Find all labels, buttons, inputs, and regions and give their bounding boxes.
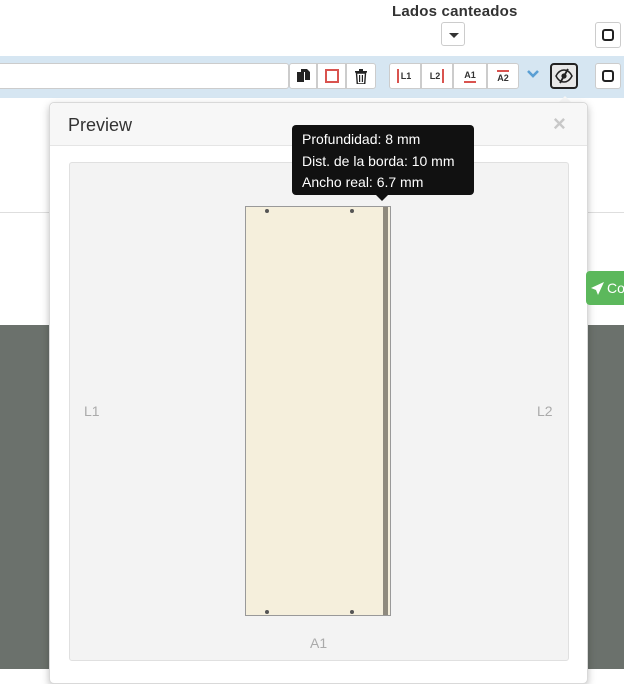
- side-label-bottom: A1: [310, 635, 328, 651]
- side-label-left: L1: [84, 403, 100, 419]
- drill-hole: [265, 610, 269, 614]
- square-icon: [602, 29, 614, 41]
- square-outline-icon: [324, 69, 339, 83]
- edge-info-tooltip: Profundidad: 8 mm Dist. de la borda: 10 …: [292, 125, 474, 195]
- side-label-right: L2: [537, 403, 553, 419]
- toolbar-square-button[interactable]: [595, 63, 621, 89]
- trash-icon: [355, 68, 367, 84]
- edge-l2-label: L2: [429, 71, 441, 81]
- header-square-button[interactable]: [595, 22, 621, 48]
- drill-hole: [350, 610, 354, 614]
- chevron-down-icon[interactable]: [526, 67, 540, 81]
- preview-toggle-button[interactable]: [550, 63, 578, 89]
- tooltip-edge-distance: Dist. de la borda: 10 mm: [302, 152, 455, 169]
- panel-board: [245, 206, 391, 616]
- preview-canvas: L1 L2 A1: [69, 162, 569, 661]
- tooltip-real-width: Ancho real: 6.7 mm: [302, 174, 424, 190]
- empty-square-button[interactable]: [317, 63, 346, 89]
- square-icon: [602, 70, 614, 82]
- copy-button[interactable]: [289, 63, 317, 89]
- send-button[interactable]: Co: [586, 271, 624, 305]
- copy-icon: [297, 69, 310, 82]
- edge-banding-strip[interactable]: [383, 207, 388, 615]
- send-button-label: Co: [607, 280, 624, 296]
- edge-l1-button[interactable]: L1: [389, 63, 421, 89]
- edge-sides-dropdown-button[interactable]: [441, 22, 465, 46]
- drill-hole: [265, 209, 269, 213]
- edge-l2-button[interactable]: L2: [421, 63, 453, 89]
- edge-a2-label: A2: [497, 69, 509, 83]
- edge-marker-right-icon: [442, 69, 445, 83]
- eye-slash-icon: [555, 68, 573, 84]
- paper-plane-icon: [591, 281, 604, 295]
- delete-button[interactable]: [346, 63, 376, 89]
- preview-title: Preview: [68, 115, 133, 135]
- drill-hole: [350, 209, 354, 213]
- close-icon[interactable]: ×: [553, 111, 566, 137]
- edge-a2-button[interactable]: A2: [487, 63, 519, 89]
- row-text-input[interactable]: [0, 63, 289, 89]
- edge-sides-title: Lados canteados: [392, 3, 518, 20]
- row-toolbar: L1 L2 A1 A2: [0, 56, 624, 98]
- edge-l1-label: L1: [400, 71, 412, 81]
- edge-marker-left-icon: [396, 69, 399, 83]
- tooltip-depth: Profundidad: 8 mm: [302, 131, 421, 147]
- edge-a1-button[interactable]: A1: [453, 63, 487, 89]
- tooltip-arrow: [376, 195, 388, 201]
- edge-a1-label: A1: [464, 70, 476, 83]
